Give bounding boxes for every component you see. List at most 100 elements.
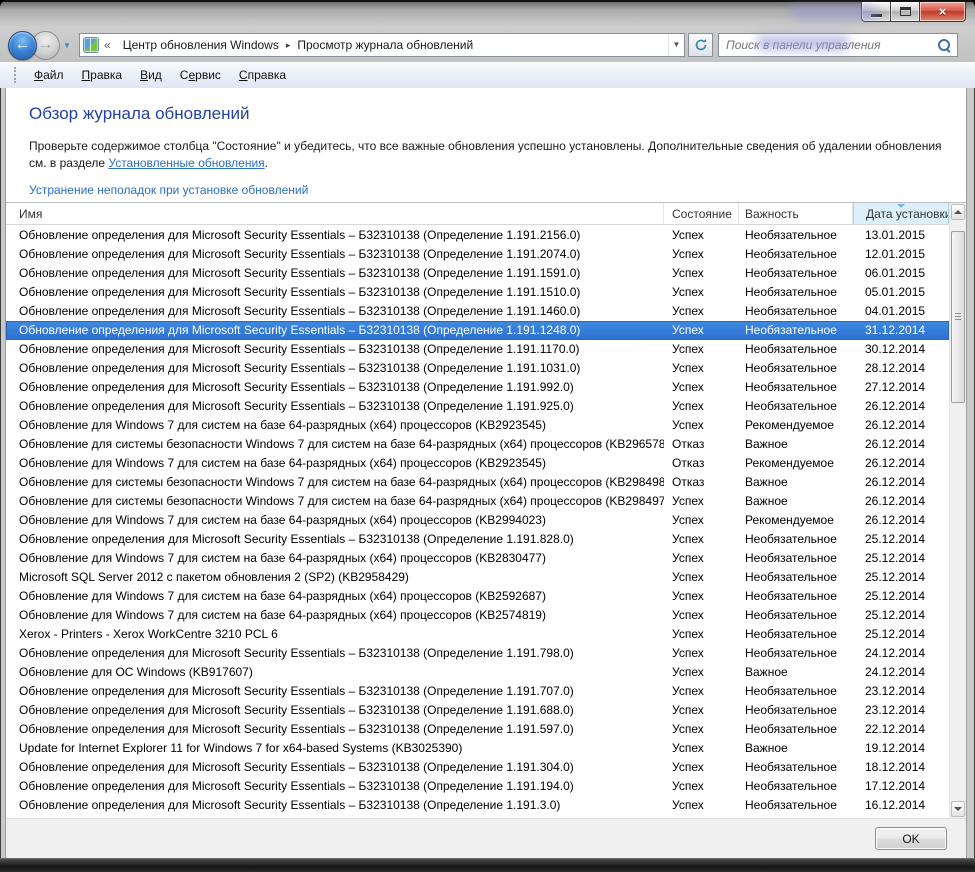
cell-name: Обновление определения для Microsoft Sec…	[6, 226, 664, 245]
table-row[interactable]: Обновление для Windows 7 для систем на б…	[6, 606, 949, 625]
table-row[interactable]: Обновление определения для Microsoft Sec…	[6, 777, 949, 796]
table-row[interactable]: Обновление определения для Microsoft Sec…	[6, 226, 949, 245]
cell-status: Успех	[664, 663, 739, 682]
close-button[interactable]: ×	[920, 2, 966, 22]
cell-name: Обновление для Windows 7 для систем на б…	[6, 511, 664, 530]
cell-importance: Необязательное	[739, 644, 853, 663]
breadcrumb-item-windows-update[interactable]: Центр обновления Windows	[117, 34, 285, 56]
table-row[interactable]: Xerox - Printers - Xerox WorkCentre 3210…	[6, 625, 949, 644]
table-row[interactable]: Обновление определения для Microsoft Sec…	[6, 378, 949, 397]
refresh-icon	[694, 38, 708, 52]
table-row[interactable]: Обновление определения для Microsoft Sec…	[6, 321, 949, 340]
column-header-install-date[interactable]: Дата установки	[853, 203, 949, 224]
cell-importance: Необязательное	[739, 701, 853, 720]
maximize-button[interactable]	[891, 2, 920, 22]
menu-help[interactable]: Справка	[230, 65, 295, 85]
back-button[interactable]: ←	[8, 31, 37, 60]
ok-button[interactable]: OK	[875, 827, 947, 850]
table-row[interactable]: Обновление определения для Microsoft Sec…	[6, 796, 949, 815]
cell-date: 19.12.2014	[853, 739, 949, 758]
scrollbar-thumb[interactable]	[951, 231, 965, 403]
cell-date: 27.12.2014	[853, 378, 949, 397]
cell-importance: Необязательное	[739, 777, 853, 796]
breadcrumb-item-view-history[interactable]: Просмотр журнала обновлений	[291, 34, 479, 56]
table-row[interactable]: Обновление определения для Microsoft Sec…	[6, 720, 949, 739]
scroll-up-button[interactable]	[951, 204, 965, 220]
menu-file[interactable]: Файл	[25, 65, 73, 85]
cell-name: Обновление определения для Microsoft Sec…	[6, 644, 664, 663]
table-row[interactable]: Обновление определения для Microsoft Sec…	[6, 644, 949, 663]
table-row[interactable]: Обновление определения для Microsoft Sec…	[6, 758, 949, 777]
refresh-button[interactable]	[688, 33, 713, 57]
table-row[interactable]: Обновление определения для Microsoft Sec…	[6, 682, 949, 701]
table-row[interactable]: Обновление для Windows 7 для систем на б…	[6, 416, 949, 435]
search-icon[interactable]	[938, 39, 951, 52]
cell-status: Отказ	[664, 473, 739, 492]
table-row[interactable]: Обновление для системы безопасности Wind…	[6, 435, 949, 454]
cell-status: Успех	[664, 587, 739, 606]
vertical-scrollbar[interactable]	[949, 203, 966, 818]
cell-status: Успех	[664, 644, 739, 663]
cell-date: 25.12.2014	[853, 606, 949, 625]
table-row[interactable]: Обновление для Windows 7 для систем на б…	[6, 511, 949, 530]
cell-date: 26.12.2014	[853, 397, 949, 416]
table-row[interactable]: Обновление для системы безопасности Wind…	[6, 473, 949, 492]
column-header-status[interactable]: Состояние	[664, 203, 739, 224]
menu-gripper-icon	[14, 67, 17, 83]
cell-importance: Необязательное	[739, 758, 853, 777]
recent-pages-dropdown[interactable]: ▼	[60, 33, 74, 57]
cell-date: 24.12.2014	[853, 663, 949, 682]
table-row[interactable]: Update for Internet Explorer 11 for Wind…	[6, 739, 949, 758]
table-row[interactable]: Обновление для Windows 7 для систем на б…	[6, 454, 949, 473]
cell-status: Успех	[664, 492, 739, 511]
scroll-down-button[interactable]	[951, 801, 965, 817]
cell-status: Успех	[664, 720, 739, 739]
menu-tools[interactable]: Сервис	[171, 65, 230, 85]
troubleshoot-link[interactable]: Устранение неполадок при установке обнов…	[29, 183, 308, 197]
breadcrumb-overflow-icon[interactable]: «	[102, 38, 117, 52]
table-row[interactable]: Обновление определения для Microsoft Sec…	[6, 340, 949, 359]
breadcrumb[interactable]: « Центр обновления Windows ▸ Просмотр жу…	[79, 33, 685, 57]
table-row[interactable]: Обновление определения для Microsoft Sec…	[6, 397, 949, 416]
table-row[interactable]: Обновление для Windows 7 для систем на б…	[6, 549, 949, 568]
cell-date: 24.12.2014	[853, 644, 949, 663]
cell-date: 28.12.2014	[853, 359, 949, 378]
cell-date: 30.12.2014	[853, 340, 949, 359]
menu-view[interactable]: Вид	[131, 65, 171, 85]
cell-importance: Необязательное	[739, 796, 853, 815]
table-row[interactable]: Обновление для системы безопасности Wind…	[6, 492, 949, 511]
table-row[interactable]: Обновление определения для Microsoft Sec…	[6, 530, 949, 549]
menu-edit[interactable]: Правка	[73, 65, 132, 85]
cell-importance: Необязательное	[739, 397, 853, 416]
table-row[interactable]: Обновление определения для Microsoft Sec…	[6, 302, 949, 321]
maximize-icon	[900, 7, 911, 16]
cell-importance: Необязательное	[739, 359, 853, 378]
redacted-blur	[757, 35, 849, 51]
cell-name: Обновление определения для Microsoft Sec…	[6, 283, 664, 302]
column-header-name[interactable]: Имя	[6, 203, 664, 224]
cell-importance: Необязательное	[739, 606, 853, 625]
address-dropdown[interactable]: ▼	[668, 34, 684, 56]
installed-updates-link[interactable]: Установленные обновления	[108, 156, 264, 170]
sort-descending-icon	[897, 204, 905, 208]
table-row[interactable]: Обновление определения для Microsoft Sec…	[6, 359, 949, 378]
cell-date: 26.12.2014	[853, 492, 949, 511]
table-row[interactable]: Обновление определения для Microsoft Sec…	[6, 701, 949, 720]
cell-status: Успех	[664, 302, 739, 321]
cell-importance: Необязательное	[739, 340, 853, 359]
intro-text: Проверьте содержимое столбца "Состояние"…	[29, 138, 943, 172]
cell-name: Обновление для Windows 7 для систем на б…	[6, 454, 664, 473]
table-row[interactable]: Microsoft SQL Server 2012 с пакетом обно…	[6, 568, 949, 587]
table-row[interactable]: Обновление определения для Microsoft Sec…	[6, 245, 949, 264]
close-icon: ×	[939, 4, 947, 19]
table-row[interactable]: Обновление для ОС Windows (KB917607) Усп…	[6, 663, 949, 682]
table-row[interactable]: Обновление определения для Microsoft Sec…	[6, 283, 949, 302]
cell-status: Успех	[664, 378, 739, 397]
cell-status: Успех	[664, 606, 739, 625]
cell-status: Успех	[664, 530, 739, 549]
table-row[interactable]: Обновление для Windows 7 для систем на б…	[6, 587, 949, 606]
page-content: Обзор журнала обновлений Проверьте содер…	[6, 88, 966, 818]
cell-name: Обновление определения для Microsoft Sec…	[6, 796, 664, 815]
column-header-importance[interactable]: Важность	[739, 203, 853, 224]
table-row[interactable]: Обновление определения для Microsoft Sec…	[6, 264, 949, 283]
